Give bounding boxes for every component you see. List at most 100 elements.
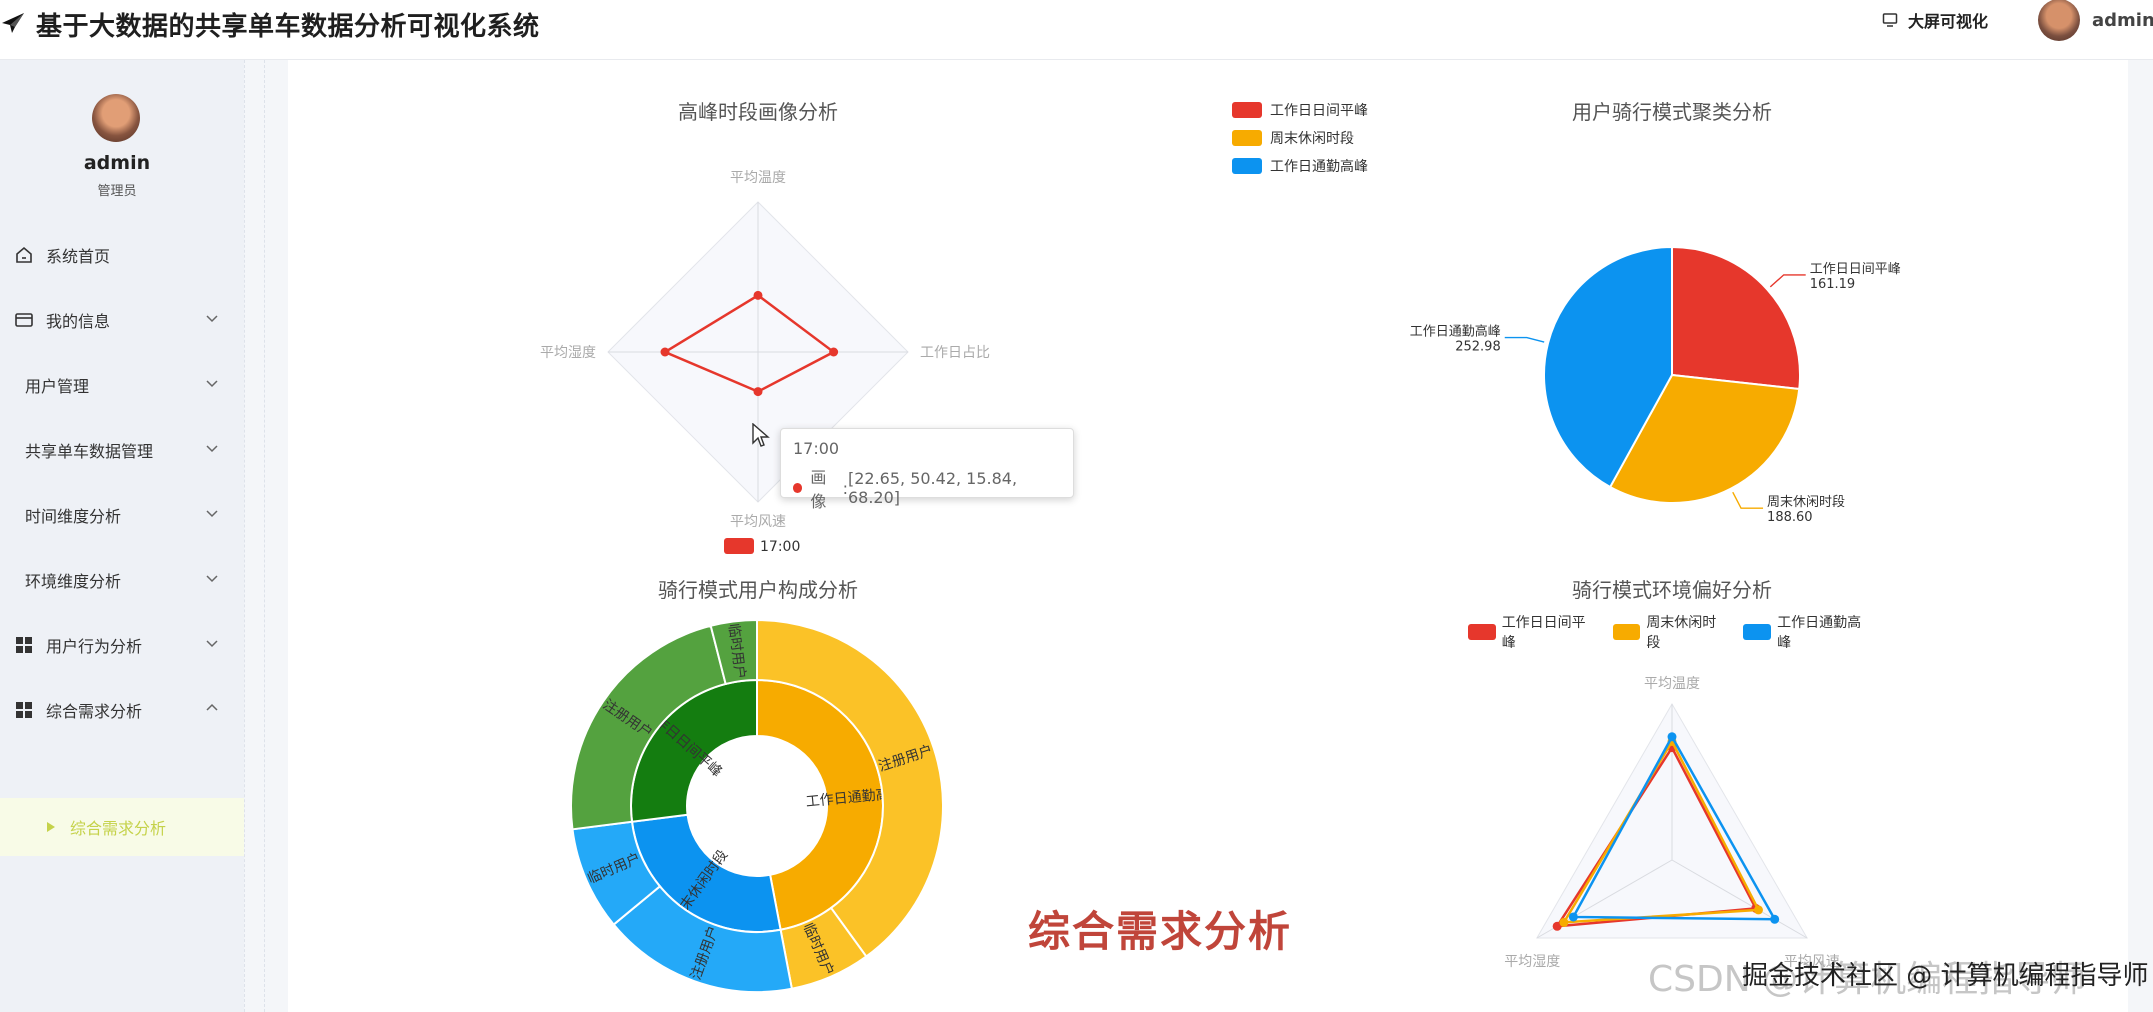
legend-swatch [724,538,754,554]
sidebar-item-label: 我的信息 [46,311,111,331]
tooltip-values: [22.65, 50.42, 15.84, 68.20] [847,469,1018,507]
chevron-up-icon [206,703,218,711]
juejin-watermark: 掘金技术社区 @ 计算机编程指导师 [1742,961,2149,991]
sidebar-item-home[interactable]: 系统首页 [0,222,244,287]
sidebar: admin 管理员 系统首页 我的信息 用户管理 共享单车数据管理 时间维度分析… [0,60,244,1012]
sidebar-item-env-analysis[interactable]: 环境维度分析 [0,547,244,612]
radar-indicator-label: 平均温度 [730,170,786,186]
top-bar: 基于大数据的共享单车数据分析可视化系统 大屏可视化 admin [0,0,2153,60]
pie-slice-value: 188.60 [1767,510,1813,525]
legend-label: 17:00 [760,539,800,555]
pie-slice-value: 252.98 [1455,340,1501,355]
pie-label-line [1769,274,1806,288]
card-icon [15,312,33,327]
radar-point [753,290,763,300]
sidebar-item-label: 系统首页 [46,246,111,266]
chart-title-sunburst: 骑行模式用户构成分析 [658,578,858,602]
chevron-down-icon [206,315,218,323]
sidebar-subitem-label: 综合需求分析 [70,819,167,838]
legend-item[interactable]: 工作日日间平峰 [1468,612,1599,652]
sidebar-divider [244,60,245,1012]
paper-plane-icon [2,13,24,33]
big-screen-label: 大屏可视化 [1908,12,1989,31]
tooltip-series-label: 画像 [810,468,827,511]
pie-label-line [1732,491,1764,509]
sidebar-item-label: 共享单车数据管理 [25,441,154,461]
sidebar-user-role: 管理员 [97,184,137,199]
sidebar-user-name: admin [83,152,151,174]
app-title: 基于大数据的共享单车数据分析可视化系统 [36,11,540,42]
top-user-menu[interactable]: admin [2038,0,2153,41]
sidebar-item-my-info[interactable]: 我的信息 [0,287,244,352]
radar-point [753,387,763,397]
pie-slice-name: 周末休闲时段 [1767,495,1845,510]
radar-indicator-label: 平均风速 [730,514,786,530]
legend-item[interactable]: 工作日通勤高峰 [1232,152,1452,180]
radar-point [1568,912,1578,922]
tooltip-title: 17:00 [793,439,840,458]
legend-label: 周末休闲时段 [1646,615,1717,651]
sidebar-subitem-demand-analysis[interactable]: 综合需求分析 [0,798,244,856]
legend-item[interactable]: 周末休闲时段 [1232,124,1452,152]
pie-slice [1671,245,1801,391]
brand: 基于大数据的共享单车数据分析可视化系统 [0,4,540,44]
legend-item[interactable]: 工作日日间平峰 [1232,96,1452,124]
chart-title-cluster-pie: 用户骑行模式聚类分析 [1572,100,1772,124]
chart-title-peak-radar: 高峰时段画像分析 [678,100,838,124]
chevron-down-icon [206,445,218,453]
grid-icon [16,701,32,718]
grid-icon [16,636,32,653]
avatar [2038,0,2080,41]
sidebar-menu: 系统首页 我的信息 用户管理 共享单车数据管理 时间维度分析 环境维度分析 用户… [0,222,244,742]
legend-label: 工作日通勤高峰 [1777,615,1862,651]
sunburst-chart[interactable]: 工作日通勤高峰周末休闲时段工作日日间平峰 注册用户临时用户注册用户临时用户注册用户… [560,610,960,1012]
legend-label: 周末休闲时段 [1270,131,1354,147]
big-screen-button[interactable]: 大屏可视化 [1882,6,1988,34]
legend-swatch [1743,624,1772,640]
legend-item[interactable]: 周末休闲时段 [1612,612,1730,652]
radar-indicator-label: 平均温度 [1644,676,1700,692]
radar-point [829,347,839,357]
legend-label: 工作日日间平峰 [1501,615,1586,651]
legend-swatch [1612,624,1641,640]
sidebar-item-user-mgmt[interactable]: 用户管理 [0,352,244,417]
chevron-down-icon [206,510,218,518]
cluster-pie-chart[interactable]: 工作日日间平峰161.19 周末休闲时段188.60 工作日通勤高峰252.98 [1390,210,1940,540]
home-icon [16,246,32,263]
legend-label: 工作日通勤高峰 [1270,159,1368,175]
radar-indicator-label: 平均湿度 [1504,954,1560,970]
legend-item[interactable]: 工作日通勤高峰 [1743,612,1874,652]
sidebar-item-label: 用户行为分析 [46,636,143,656]
sidebar-item-label: 时间维度分析 [25,506,122,526]
env-radar-legend: 工作日日间平峰 周末休闲时段 工作日通勤高峰 [1468,612,1888,652]
chevron-down-icon [206,640,218,648]
pie-label-line [1504,336,1545,343]
mouse-cursor-icon [752,423,770,447]
chevron-down-icon [206,380,218,388]
sidebar-item-user-behavior[interactable]: 用户行为分析 [0,612,244,677]
legend-swatch [1232,158,1262,174]
legend-swatch [1232,130,1262,146]
chart-title-env-radar: 骑行模式环境偏好分析 [1572,578,1772,602]
radar-point [1559,917,1569,927]
sidebar-avatar [92,94,140,142]
tooltip-series-dot [793,483,803,493]
sidebar-item-bike-data-mgmt[interactable]: 共享单车数据管理 [0,417,244,482]
sidebar-item-label: 环境维度分析 [25,571,122,591]
monitor-icon [1882,13,1898,27]
sidebar-divider [264,60,265,1012]
legend-swatch [1468,624,1496,640]
sidebar-item-label: 综合需求分析 [46,701,143,721]
radar-indicator-label: 工作日占比 [920,345,990,361]
chart-tooltip: 17:00 画像 : [22.65, 50.42, 15.84, 68.20] [780,428,1074,511]
top-user-name: admin [2092,9,2153,31]
pie-slice-value: 161.19 [1810,277,1856,292]
radar-point [1753,905,1763,915]
sidebar-item-time-analysis[interactable]: 时间维度分析 [0,482,244,547]
legend-swatch [1232,102,1262,118]
radar-point [660,347,670,357]
chevron-down-icon [206,575,218,583]
legend-label: 工作日日间平峰 [1270,103,1368,119]
caret-right-icon [47,822,55,832]
sidebar-item-demand-analysis[interactable]: 综合需求分析 [0,677,244,742]
